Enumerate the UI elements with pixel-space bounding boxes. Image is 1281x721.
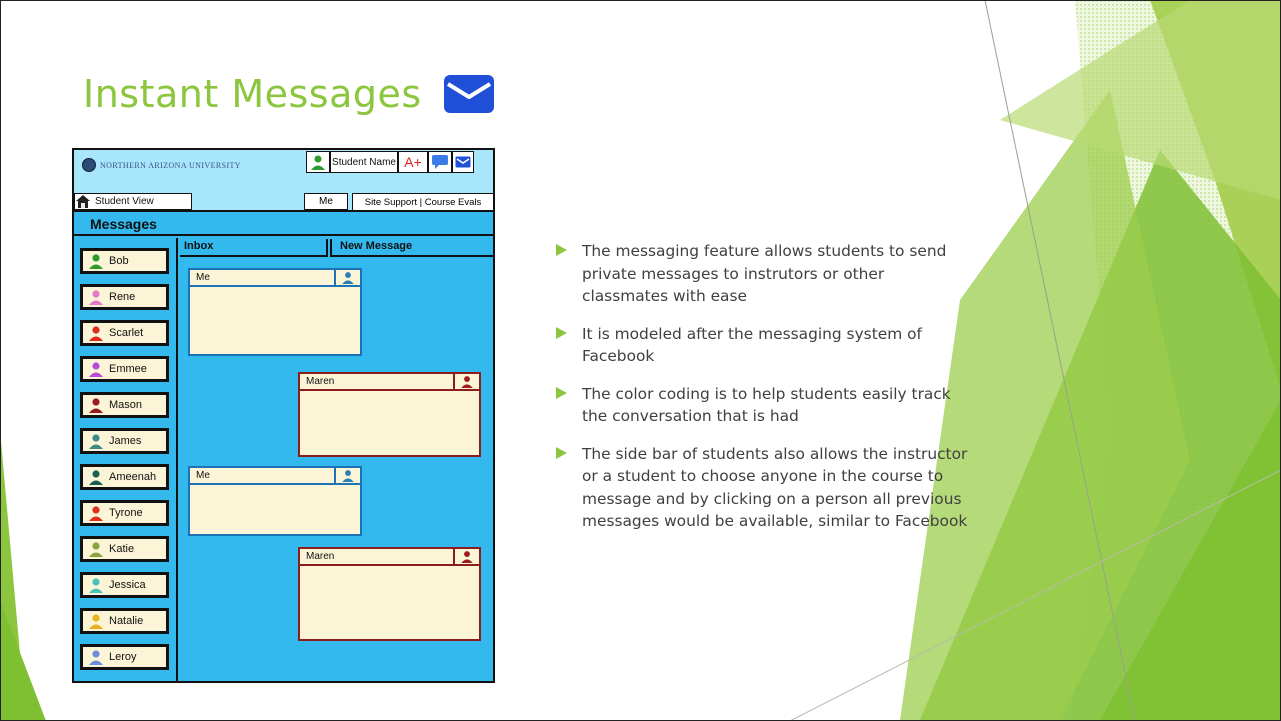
message-sender: Me (196, 470, 210, 481)
bullet-text: The messaging feature allows students to… (582, 242, 947, 305)
sidebar-item-scarlet[interactable]: Scarlet (80, 320, 169, 346)
sidebar-item-ameenah[interactable]: Ameenah (80, 464, 169, 490)
student-name: Ameenah (109, 471, 157, 483)
triangle-bullet-icon (556, 323, 582, 368)
message-sender: Maren (306, 376, 335, 387)
message-header: Me (190, 270, 360, 287)
sender-avatar-icon (453, 374, 479, 389)
message-header: Maren (300, 374, 479, 391)
person-icon (83, 467, 109, 487)
student-name: Scarlet (109, 327, 144, 339)
student-name: Rene (109, 291, 136, 303)
student-view-label: Student View (95, 196, 154, 207)
tab-new-message[interactable]: New Message (330, 239, 493, 257)
bullet-text: It is modeled after the messaging system… (582, 324, 922, 366)
bullet-item: The messaging feature allows students to… (556, 240, 972, 308)
sidebar-item-tyrone[interactable]: Tyrone (80, 500, 169, 526)
sender-avatar-icon (334, 468, 360, 483)
student-name: Emmee (109, 363, 147, 375)
student-name: Jessica (109, 579, 146, 591)
message-sender: Me (196, 272, 210, 283)
site-links[interactable]: Site Support | Course Evals (352, 193, 493, 210)
student-name: Bob (109, 255, 129, 267)
person-icon (83, 647, 109, 667)
student-name: Tyrone (109, 507, 143, 519)
university-seal-icon (82, 158, 96, 172)
triangle-bullet-icon (556, 443, 582, 533)
student-name: Katie (109, 543, 135, 555)
bullet-item: It is modeled after the messaging system… (556, 323, 972, 368)
tab-inbox-label: Inbox (184, 240, 214, 252)
tab-inbox[interactable]: Inbox (180, 239, 328, 257)
sidebar-item-james[interactable]: James (80, 428, 169, 454)
tab-new-message-label: New Message (340, 240, 413, 252)
bullet-item: The side bar of students also allows the… (556, 443, 972, 533)
person-icon (83, 287, 109, 307)
message-bubble[interactable]: Me (188, 268, 362, 356)
student-name: Mason (109, 399, 143, 411)
grades-button[interactable]: A+ (398, 151, 428, 173)
person-icon (83, 323, 109, 343)
message-bubble[interactable]: Maren (298, 372, 481, 457)
bullet-text: The color coding is to help students eas… (582, 384, 951, 426)
home-icon (75, 194, 91, 209)
message-bubble[interactable]: Me (188, 466, 362, 536)
sidebar-item-bob[interactable]: Bob (80, 248, 169, 274)
messaging-mockup: NORTHERN ARIZONA UNIVERSITY Student Name… (72, 148, 495, 683)
envelope-icon (443, 75, 494, 113)
student-name-label[interactable]: Student Name (330, 151, 398, 173)
sidebar-item-katie[interactable]: Katie (80, 536, 169, 562)
student-sidebar: Bob Rene Scarlet Emmee Mason James Ameenah Tyro… (74, 238, 178, 681)
bullet-text: The side bar of students also allows the… (582, 444, 968, 531)
student-avatar-icon[interactable] (306, 151, 330, 173)
student-name: Leroy (109, 651, 137, 663)
slide-title: Instant Messages (83, 72, 422, 116)
sidebar-item-mason[interactable]: Mason (80, 392, 169, 418)
left-green-facet-2 (0, 600, 46, 721)
person-icon (83, 251, 109, 271)
mockup-header: NORTHERN ARIZONA UNIVERSITY Student Name… (74, 150, 493, 212)
sender-avatar-icon (453, 549, 479, 564)
message-bubble[interactable]: Maren (298, 547, 481, 641)
person-icon (83, 539, 109, 559)
sidebar-item-leroy[interactable]: Leroy (80, 644, 169, 670)
message-header: Me (190, 468, 360, 485)
title-row: Instant Messages (83, 72, 494, 116)
chat-icon[interactable] (428, 151, 452, 173)
sidebar-item-jessica[interactable]: Jessica (80, 572, 169, 598)
mail-icon[interactable] (452, 151, 474, 173)
person-icon (83, 395, 109, 415)
me-button[interactable]: Me (304, 193, 348, 210)
triangle-bullet-icon (556, 383, 582, 428)
person-icon (83, 359, 109, 379)
sidebar-item-emmee[interactable]: Emmee (80, 356, 169, 382)
messages-heading: Messages (74, 212, 493, 236)
student-name: James (109, 435, 142, 447)
message-sender: Maren (306, 551, 335, 562)
bullet-list: The messaging feature allows students to… (556, 240, 972, 548)
person-icon (83, 611, 109, 631)
person-icon (83, 431, 109, 451)
university-logo: NORTHERN ARIZONA UNIVERSITY (82, 158, 241, 172)
student-view-button[interactable]: Student View (74, 193, 192, 210)
student-name: Natalie (109, 615, 144, 627)
message-header: Maren (300, 549, 479, 566)
sidebar-item-rene[interactable]: Rene (80, 284, 169, 310)
person-icon (83, 503, 109, 523)
messages-heading-label: Messages (90, 216, 157, 232)
sidebar-item-natalie[interactable]: Natalie (80, 608, 169, 634)
triangle-bullet-icon (556, 240, 582, 308)
bullet-item: The color coding is to help students eas… (556, 383, 972, 428)
university-name: NORTHERN ARIZONA UNIVERSITY (100, 160, 241, 170)
mockup-topbar: Student Name A+ (306, 151, 474, 173)
person-icon (83, 575, 109, 595)
sender-avatar-icon (334, 270, 360, 285)
